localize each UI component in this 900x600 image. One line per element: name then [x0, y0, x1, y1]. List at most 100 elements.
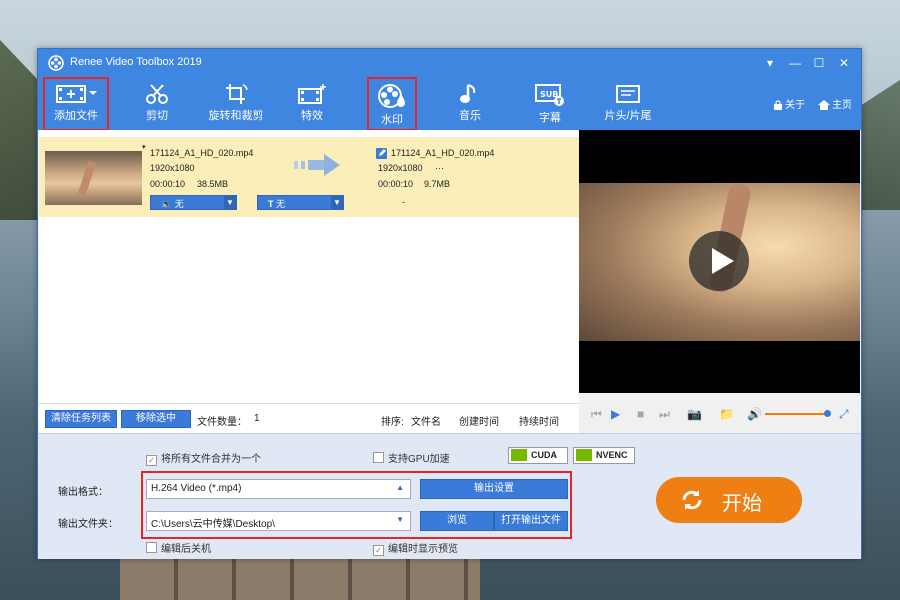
output-dash: -	[402, 197, 405, 207]
highlight-watermark	[367, 77, 417, 131]
folder-icon[interactable]: 📁	[719, 407, 734, 421]
output-duration: 00:00:10	[378, 179, 414, 189]
nvenc-badge: NVENC	[573, 447, 635, 464]
menu-dropdown-button[interactable]: ▾	[760, 53, 780, 73]
source-file-name: 171124_A1_HD_020.mp4	[150, 148, 254, 158]
edit-pencil-icon[interactable]	[376, 148, 387, 159]
start-button[interactable]: 开始	[656, 477, 802, 523]
source-size: 38.5MB	[197, 179, 229, 189]
toolbar-effects-label: 特效	[301, 110, 323, 122]
sort-by-duration[interactable]: 持续时间	[519, 413, 559, 428]
thumbnail-menu-icon[interactable]: ▾	[142, 143, 146, 151]
close-button[interactable]: ✕	[834, 53, 854, 73]
show-preview-label: 编辑时显示预览	[388, 544, 458, 555]
about-link[interactable]: 关于	[773, 96, 805, 111]
nvidia-logo-icon	[576, 449, 592, 461]
subtitle-value: T 无	[268, 199, 286, 209]
music-note-icon	[460, 84, 476, 103]
output-panel: ✓ 将所有文件合并为一个 支持GPU加速 CUDA NVENC 输出格式： H.2…	[38, 433, 861, 559]
toolbar-cut[interactable]: 剪切	[133, 79, 181, 128]
skip-forward-icon[interactable]: ⏭	[659, 407, 670, 422]
volume-icon[interactable]: 🔊	[747, 407, 762, 421]
app-title: Renee Video Toolbox 2019	[70, 56, 202, 68]
merge-files-checkbox[interactable]: ✓ 将所有文件合并为一个	[146, 450, 261, 466]
app-logo-icon	[48, 55, 64, 71]
minimize-button[interactable]: —	[785, 53, 805, 73]
background-pier	[120, 556, 480, 600]
output-folder-label: 输出文件夹：	[58, 519, 118, 530]
file-count-value: 1	[254, 413, 260, 424]
cuda-badge: CUDA	[508, 447, 568, 464]
volume-slider[interactable]	[765, 413, 827, 415]
checkbox-unchecked-icon	[146, 542, 157, 553]
sort-label: 排序:	[381, 417, 404, 428]
home-link[interactable]: 主页	[818, 96, 852, 111]
play-overlay-button[interactable]	[689, 231, 749, 291]
toolbar-intro-outro[interactable]: 片头/片尾	[600, 79, 656, 128]
lock-icon	[774, 100, 782, 110]
scissors-icon	[146, 84, 168, 104]
checkbox-checked-icon: ✓	[373, 545, 384, 556]
toolbar-rotate-crop[interactable]: 旋转和裁剪	[204, 79, 268, 128]
start-label: 开始	[722, 493, 762, 515]
toolbar-subtitle[interactable]: SUB 字幕	[528, 79, 572, 128]
file-row[interactable]: ▾ 171124_A1_HD_020.mp4 1920x1080 00:00:1…	[39, 137, 579, 217]
effects-icon	[298, 84, 326, 104]
subtitle-dropdown[interactable]: T 无 ▼	[257, 195, 344, 210]
video-preview[interactable]	[579, 130, 860, 393]
toolbar-rotate-crop-label: 旋转和裁剪	[208, 110, 264, 122]
audio-track-value: 🔈 无	[161, 199, 184, 209]
checkbox-unchecked-icon	[373, 452, 384, 463]
about-label: 关于	[785, 100, 805, 111]
stop-icon[interactable]: ■	[637, 407, 644, 421]
audio-track-dropdown[interactable]: 🔈 无 ▼	[150, 195, 237, 210]
chevron-down-icon: ▼	[331, 196, 343, 209]
video-thumbnail[interactable]	[45, 151, 142, 205]
app-window: Renee Video Toolbox 2019 ▾ — ☐ ✕ 添加文件 剪切	[37, 48, 862, 559]
nvidia-logo-icon	[511, 449, 527, 461]
title-bar[interactable]: Renee Video Toolbox 2019 ▾ — ☐ ✕	[38, 49, 861, 77]
output-size: 9.7MB	[424, 179, 451, 189]
remove-selected-button[interactable]: 移除选中	[121, 410, 191, 428]
shutdown-after-checkbox[interactable]: 编辑后关机	[146, 540, 211, 555]
file-list: ▾ 171124_A1_HD_020.mp4 1920x1080 00:00:1…	[39, 130, 579, 403]
play-icon[interactable]: ▶	[611, 407, 620, 421]
intro-outro-icon	[616, 85, 640, 103]
home-label: 主页	[832, 100, 852, 111]
highlight-output-settings	[141, 471, 572, 539]
toolbar-music-label: 音乐	[459, 110, 481, 122]
show-preview-checkbox[interactable]: ✓ 编辑时显示预览	[373, 540, 458, 556]
fullscreen-icon[interactable]: ⤢	[839, 407, 849, 422]
sort-by-name[interactable]: 文件名	[411, 413, 441, 428]
file-list-footer: 清除任务列表 移除选中 文件数量： 1 排序: 文件名 创建时间 持续时间	[39, 403, 579, 434]
main-toolbar: 添加文件 剪切 旋转和裁剪 特效 水印 音乐 SUB 字幕 片头/片尾 关于 主…	[38, 77, 861, 130]
maximize-button[interactable]: ☐	[809, 53, 829, 73]
subtitle-icon: SUB	[535, 84, 564, 106]
home-icon	[818, 100, 830, 110]
checkbox-checked-icon: ✓	[146, 455, 157, 466]
toolbar-music[interactable]: 音乐	[452, 79, 488, 128]
toolbar-effects[interactable]: 特效	[290, 79, 334, 128]
skip-back-icon[interactable]: ⏮	[591, 407, 602, 422]
camera-icon[interactable]: 📷	[687, 407, 702, 421]
sort-by-created[interactable]: 创建时间	[459, 413, 499, 428]
clear-task-list-button[interactable]: 清除任务列表	[45, 410, 117, 428]
merge-files-label: 将所有文件合并为一个	[161, 454, 261, 465]
toolbar-subtitle-label: 字幕	[539, 112, 561, 124]
toolbar-intro-outro-label: 片头/片尾	[604, 110, 652, 122]
toolbar-cut-label: 剪切	[146, 110, 168, 122]
gpu-acceleration-label: 支持GPU加速	[388, 454, 450, 465]
source-duration: 00:00:10	[150, 179, 186, 189]
output-more: ···	[435, 163, 444, 173]
output-format-label: 输出格式：	[58, 487, 108, 498]
preview-frame	[579, 181, 860, 341]
convert-arrow-icon	[294, 154, 340, 176]
highlight-add-file	[43, 77, 109, 131]
gpu-acceleration-checkbox[interactable]: 支持GPU加速	[373, 450, 450, 465]
volume-slider-handle[interactable]	[824, 410, 831, 417]
cuda-label: CUDA	[531, 450, 557, 460]
shutdown-after-label: 编辑后关机	[161, 544, 211, 555]
player-controls: ⏮ ▶ ■ ⏭ 📷 📁 🔊 ⤢	[579, 393, 860, 433]
crop-rotate-icon	[226, 84, 248, 104]
chevron-down-icon: ▼	[224, 196, 236, 209]
